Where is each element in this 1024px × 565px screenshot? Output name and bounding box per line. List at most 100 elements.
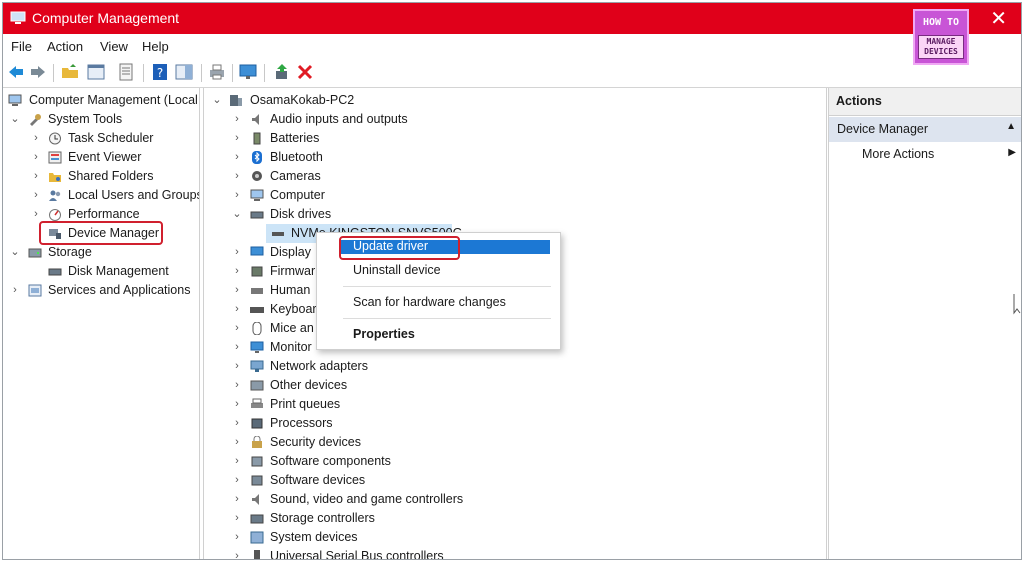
chevron-right-icon[interactable]: › <box>232 547 242 559</box>
show-hide-pane-icon[interactable] <box>175 63 193 81</box>
chevron-right-icon[interactable]: › <box>232 433 242 452</box>
chevron-down-icon[interactable]: ⌄ <box>10 243 20 262</box>
toolbar: ? <box>3 59 1021 88</box>
disk-drive-icon <box>272 232 284 236</box>
app-window: Computer Management ✕ HOW TO MANAGE DEVI… <box>2 2 1022 560</box>
properties-menu-item[interactable]: Properties <box>353 327 415 341</box>
chevron-right-icon[interactable]: › <box>232 414 242 433</box>
tree-disk-management[interactable]: Disk Management <box>3 262 199 281</box>
disk-management-icon <box>48 268 62 276</box>
tree-root[interactable]: Computer Management (Local <box>3 91 199 110</box>
device-category[interactable]: › Processors <box>204 414 804 433</box>
chevron-down-icon[interactable]: ⌄ <box>232 205 242 224</box>
device-tree-root[interactable]: ⌄ OsamaKokab-PC2 <box>204 91 804 110</box>
pc-icon <box>230 95 242 106</box>
chevron-right-icon[interactable]: › <box>232 300 242 319</box>
toolbar-separator <box>53 64 54 82</box>
chevron-right-icon[interactable]: › <box>31 167 41 186</box>
uninstall-x-icon[interactable] <box>296 63 314 81</box>
print-icon[interactable] <box>208 63 226 81</box>
chevron-right-icon[interactable]: › <box>232 148 242 167</box>
scan-hardware-menu-item[interactable]: Scan for hardware changes <box>353 295 506 309</box>
properties-icon[interactable] <box>117 63 135 81</box>
tree-services[interactable]: › Services and Applications <box>3 281 199 300</box>
tree-local-users[interactable]: › Local Users and Groups <box>3 186 199 205</box>
chevron-right-icon[interactable]: › <box>232 452 242 471</box>
actions-section-device-manager[interactable]: Device Manager ▲ <box>829 117 1021 142</box>
device-category[interactable]: › Cameras <box>204 167 804 186</box>
update-driver-icon[interactable] <box>273 63 291 81</box>
tools-icon <box>30 114 41 126</box>
tree-event-viewer[interactable]: › Event Viewer <box>3 148 199 167</box>
device-category[interactable]: › Storage controllers <box>204 509 804 528</box>
device-category[interactable]: › Sound, video and game controllers <box>204 490 804 509</box>
device-category-label: Processors <box>270 416 333 430</box>
tree-storage[interactable]: ⌄ Storage <box>3 243 199 262</box>
device-category[interactable]: › Other devices <box>204 376 804 395</box>
device-category[interactable]: › Print queues <box>204 395 804 414</box>
chevron-down-icon[interactable]: ⌄ <box>212 91 222 110</box>
chevron-right-icon[interactable]: › <box>232 338 242 357</box>
chevron-down-icon[interactable]: ⌄ <box>10 110 20 129</box>
monitor-icon[interactable] <box>239 63 257 81</box>
device-category[interactable]: › System devices <box>204 528 804 547</box>
chevron-right-icon[interactable]: › <box>232 262 242 281</box>
menu-file[interactable]: File <box>11 39 32 54</box>
usb-icon <box>254 550 260 559</box>
chevron-right-icon[interactable]: › <box>232 129 242 148</box>
device-category[interactable]: › Software devices <box>204 471 804 490</box>
chevron-right-icon[interactable]: › <box>31 148 41 167</box>
tree-shared-folders[interactable]: › Shared Folders <box>3 167 199 186</box>
menu-view[interactable]: View <box>100 39 128 54</box>
close-button[interactable]: ✕ <box>990 6 1007 31</box>
chevron-right-icon[interactable]: › <box>31 129 41 148</box>
uninstall-device-menu-item[interactable]: Uninstall device <box>353 263 441 277</box>
computer-management-icon <box>10 11 26 24</box>
chevron-right-icon[interactable]: › <box>232 395 242 414</box>
chevron-right-icon[interactable]: › <box>232 528 242 547</box>
chevron-right-icon[interactable]: › <box>232 490 242 509</box>
device-category-disk-drives[interactable]: ⌄ Disk drives <box>204 205 804 224</box>
printer-icon <box>251 398 263 408</box>
tree-system-tools[interactable]: ⌄ System Tools <box>3 110 199 129</box>
chevron-right-icon[interactable]: › <box>232 281 242 300</box>
chevron-right-icon[interactable]: › <box>232 376 242 395</box>
chevron-right-icon[interactable]: › <box>232 319 242 338</box>
device-category-label: Firmwar <box>270 264 316 278</box>
device-category[interactable]: › Computer <box>204 186 804 205</box>
chevron-right-icon[interactable]: › <box>232 110 242 129</box>
menu-bar: File Action View Help <box>3 34 1021 58</box>
console-tree-icon[interactable] <box>87 63 105 81</box>
device-category[interactable]: › Software components <box>204 452 804 471</box>
mouse-icon <box>252 322 262 335</box>
chevron-right-icon[interactable]: › <box>232 509 242 528</box>
device-category[interactable]: › Network adapters <box>204 357 804 376</box>
event-viewer-icon <box>48 151 62 164</box>
menu-action[interactable]: Action <box>47 39 83 54</box>
chevron-right-icon[interactable]: › <box>232 243 242 262</box>
toolbar-separator <box>201 64 202 82</box>
back-arrow-icon[interactable] <box>7 63 25 81</box>
more-actions-item[interactable]: More Actions ▶ <box>829 144 1021 164</box>
chevron-right-icon[interactable]: › <box>232 186 242 205</box>
forward-arrow-icon[interactable] <box>29 63 47 81</box>
software-device-icon <box>251 475 263 486</box>
chevron-right-icon[interactable]: › <box>232 471 242 490</box>
device-category[interactable]: › Batteries <box>204 129 804 148</box>
chevron-right-icon[interactable]: › <box>10 281 20 300</box>
collapse-arrow-icon[interactable]: ▲ <box>1006 121 1016 132</box>
device-category[interactable]: › Audio inputs and outputs <box>204 110 804 129</box>
menu-separator <box>343 318 551 319</box>
chevron-right-icon[interactable]: › <box>31 186 41 205</box>
device-category[interactable]: › Universal Serial Bus controllers <box>204 547 804 559</box>
menu-help[interactable]: Help <box>142 39 169 54</box>
system-device-icon <box>250 531 264 544</box>
chevron-right-icon[interactable]: › <box>232 167 242 186</box>
device-category[interactable]: › Bluetooth <box>204 148 804 167</box>
help-icon[interactable]: ? <box>151 63 169 81</box>
tree-task-scheduler[interactable]: › Task Scheduler <box>3 129 199 148</box>
chevron-right-icon[interactable]: › <box>232 357 242 376</box>
device-category-label: Other devices <box>270 378 348 392</box>
device-category[interactable]: › Security devices <box>204 433 804 452</box>
up-folder-icon[interactable] <box>61 63 79 81</box>
